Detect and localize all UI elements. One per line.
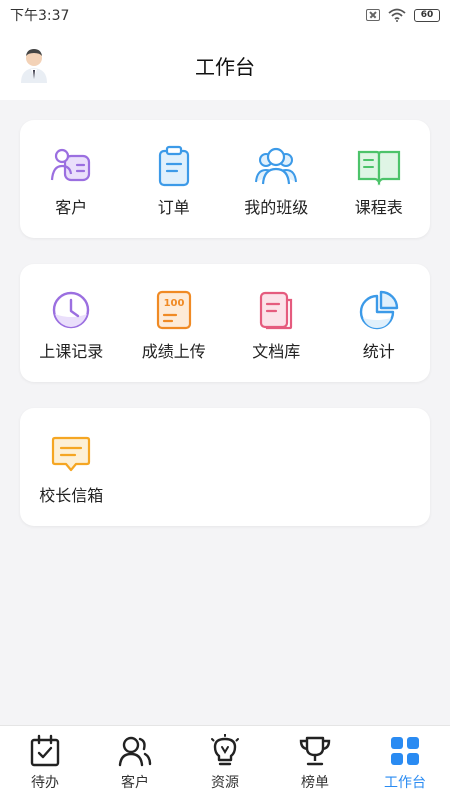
grid-label: 校长信箱 bbox=[39, 486, 104, 505]
calendar-check-icon bbox=[30, 734, 60, 767]
wifi-icon bbox=[388, 8, 406, 22]
grid-label: 文档库 bbox=[252, 342, 301, 361]
score-100-icon: 100 bbox=[156, 290, 191, 330]
page-title: 工作台 bbox=[195, 54, 255, 79]
trophy-icon bbox=[299, 736, 331, 766]
status-time: 下午3:37 bbox=[10, 8, 70, 24]
grid-label: 订单 bbox=[157, 198, 190, 217]
grid-label: 客户 bbox=[55, 198, 88, 217]
grid-item-document-library[interactable]: 文档库 bbox=[225, 264, 328, 382]
message-box-icon bbox=[52, 436, 91, 472]
grid-item-principal-mailbox[interactable]: 校长信箱 bbox=[20, 408, 123, 526]
open-book-icon bbox=[357, 150, 400, 186]
tab-workbench[interactable]: 工作台 bbox=[360, 726, 450, 800]
class-group-icon bbox=[255, 147, 298, 185]
grid-item-score-upload[interactable]: 100 成绩上传 bbox=[123, 264, 226, 382]
bottom-tab-bar: 待办 客户 资源 榜单 工作台 bbox=[0, 725, 450, 800]
tab-label: 客户 bbox=[121, 775, 149, 791]
card-teaching: 上课记录 100 成绩上传 文档库 统计 bbox=[20, 264, 430, 382]
customer-card-icon bbox=[51, 148, 91, 182]
grid-label: 上课记录 bbox=[39, 342, 104, 361]
clipboard-icon bbox=[158, 145, 189, 187]
pie-chart-icon bbox=[359, 290, 398, 330]
lightbulb-icon bbox=[211, 734, 239, 766]
tab-label: 榜单 bbox=[301, 775, 329, 791]
header: 工作台 bbox=[0, 30, 450, 100]
grid-item-class-record[interactable]: 上课记录 bbox=[20, 264, 123, 382]
card-mailbox: 校长信箱 bbox=[20, 408, 430, 526]
grid-item-customer[interactable]: 客户 bbox=[20, 120, 123, 238]
grid-label: 我的班级 bbox=[244, 198, 309, 217]
grid-item-schedule[interactable]: 课程表 bbox=[328, 120, 431, 238]
tab-label: 待办 bbox=[31, 775, 59, 791]
grid-item-my-class[interactable]: 我的班级 bbox=[225, 120, 328, 238]
status-bar: 下午3:37 60 bbox=[0, 0, 450, 30]
tab-resources[interactable]: 资源 bbox=[180, 726, 270, 800]
document-icon bbox=[260, 291, 293, 330]
grid-icon bbox=[391, 737, 419, 765]
card-basic: 客户 订单 我的班级 课程表 bbox=[20, 120, 430, 238]
tab-ranking[interactable]: 榜单 bbox=[270, 726, 360, 800]
tab-todo[interactable]: 待办 bbox=[0, 726, 90, 800]
clock-icon bbox=[53, 291, 90, 329]
avatar[interactable] bbox=[18, 47, 50, 83]
grid-item-order[interactable]: 订单 bbox=[123, 120, 226, 238]
grid-label: 课程表 bbox=[354, 198, 403, 217]
tab-label: 工作台 bbox=[384, 775, 426, 791]
grid-label: 成绩上传 bbox=[141, 342, 206, 361]
no-sim-icon bbox=[366, 9, 380, 21]
tab-customer[interactable]: 客户 bbox=[90, 726, 180, 800]
status-icons: 60 bbox=[366, 8, 440, 22]
users-icon bbox=[118, 736, 152, 767]
svg-text:100: 100 bbox=[163, 298, 184, 309]
grid-item-statistics[interactable]: 统计 bbox=[328, 264, 431, 382]
tab-label: 资源 bbox=[211, 775, 239, 791]
battery-indicator: 60 bbox=[414, 8, 440, 22]
grid-label: 统计 bbox=[362, 342, 395, 361]
